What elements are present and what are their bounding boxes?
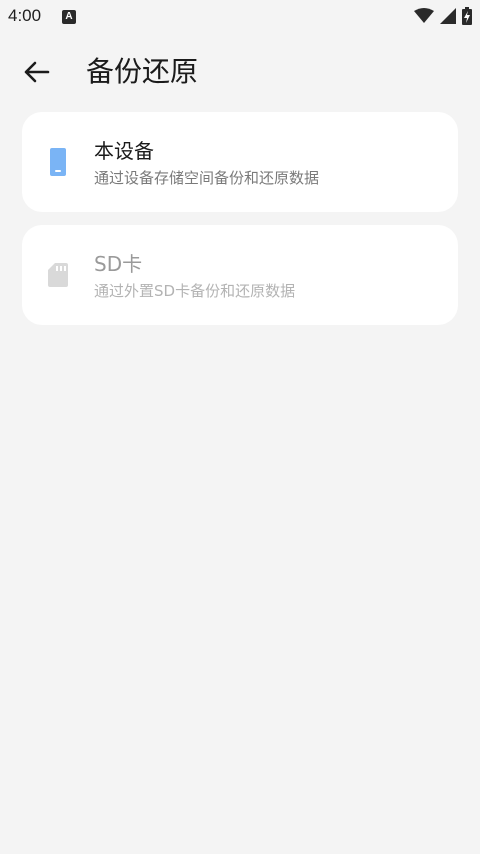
battery-charging-icon [462, 7, 472, 25]
phone-icon [50, 148, 66, 176]
status-time: 4:00 [8, 6, 42, 25]
sd-card-icon [48, 263, 68, 287]
option-title: 本设备 [94, 139, 154, 163]
back-button[interactable] [16, 52, 56, 92]
backup-restore-screen: 4:00 A 备份还原 本设备 通过设备存储空间备份和还原数据 SD卡 通过外置… [0, 0, 480, 854]
option-this-device[interactable]: 本设备 通过设备存储空间备份和还原数据 [22, 112, 458, 212]
wifi-icon [414, 8, 434, 23]
signal-icon [440, 8, 456, 24]
option-description: 通过设备存储空间备份和还原数据 [94, 169, 320, 187]
notification-a-icon: A [62, 10, 76, 24]
page-title: 备份还原 [86, 55, 199, 88]
option-sd-card[interactable]: SD卡 通过外置SD卡备份和还原数据 [22, 225, 458, 325]
option-title: SD卡 [94, 252, 143, 276]
status-icons [414, 6, 472, 26]
status-bar: 4:00 A [0, 0, 480, 32]
back-arrow-icon [24, 61, 50, 83]
app-bar: 备份还原 [0, 40, 480, 104]
option-description: 通过外置SD卡备份和还原数据 [94, 282, 296, 300]
